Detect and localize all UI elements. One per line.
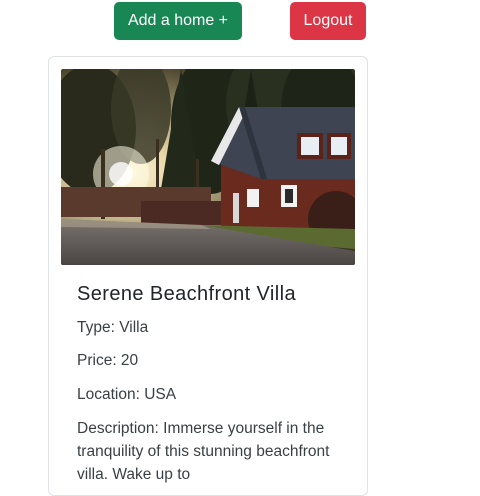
home-location: Location: USA bbox=[77, 386, 177, 403]
home-card: Serene Beachfront Villa Type: Villa Pric… bbox=[48, 56, 368, 496]
home-type: Type: Villa bbox=[77, 319, 149, 336]
home-price: Price: 20 bbox=[77, 352, 139, 369]
logout-button[interactable]: Logout bbox=[290, 2, 366, 40]
add-home-button[interactable]: Add a home + bbox=[114, 2, 242, 40]
home-title: Serene Beachfront Villa bbox=[77, 283, 296, 305]
home-photo bbox=[61, 69, 355, 265]
home-description: Description: Immerse yourself in the tra… bbox=[77, 420, 330, 483]
